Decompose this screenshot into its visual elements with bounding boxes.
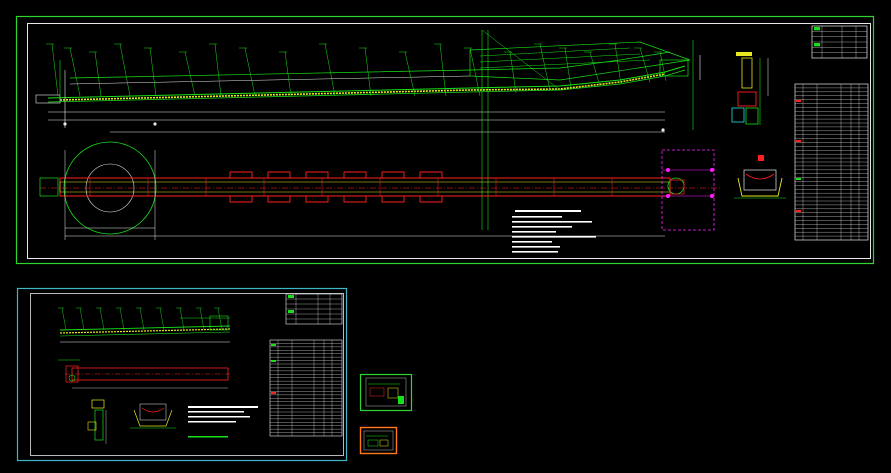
bill-of-materials-table <box>794 83 869 241</box>
cad-model-space <box>0 0 891 473</box>
